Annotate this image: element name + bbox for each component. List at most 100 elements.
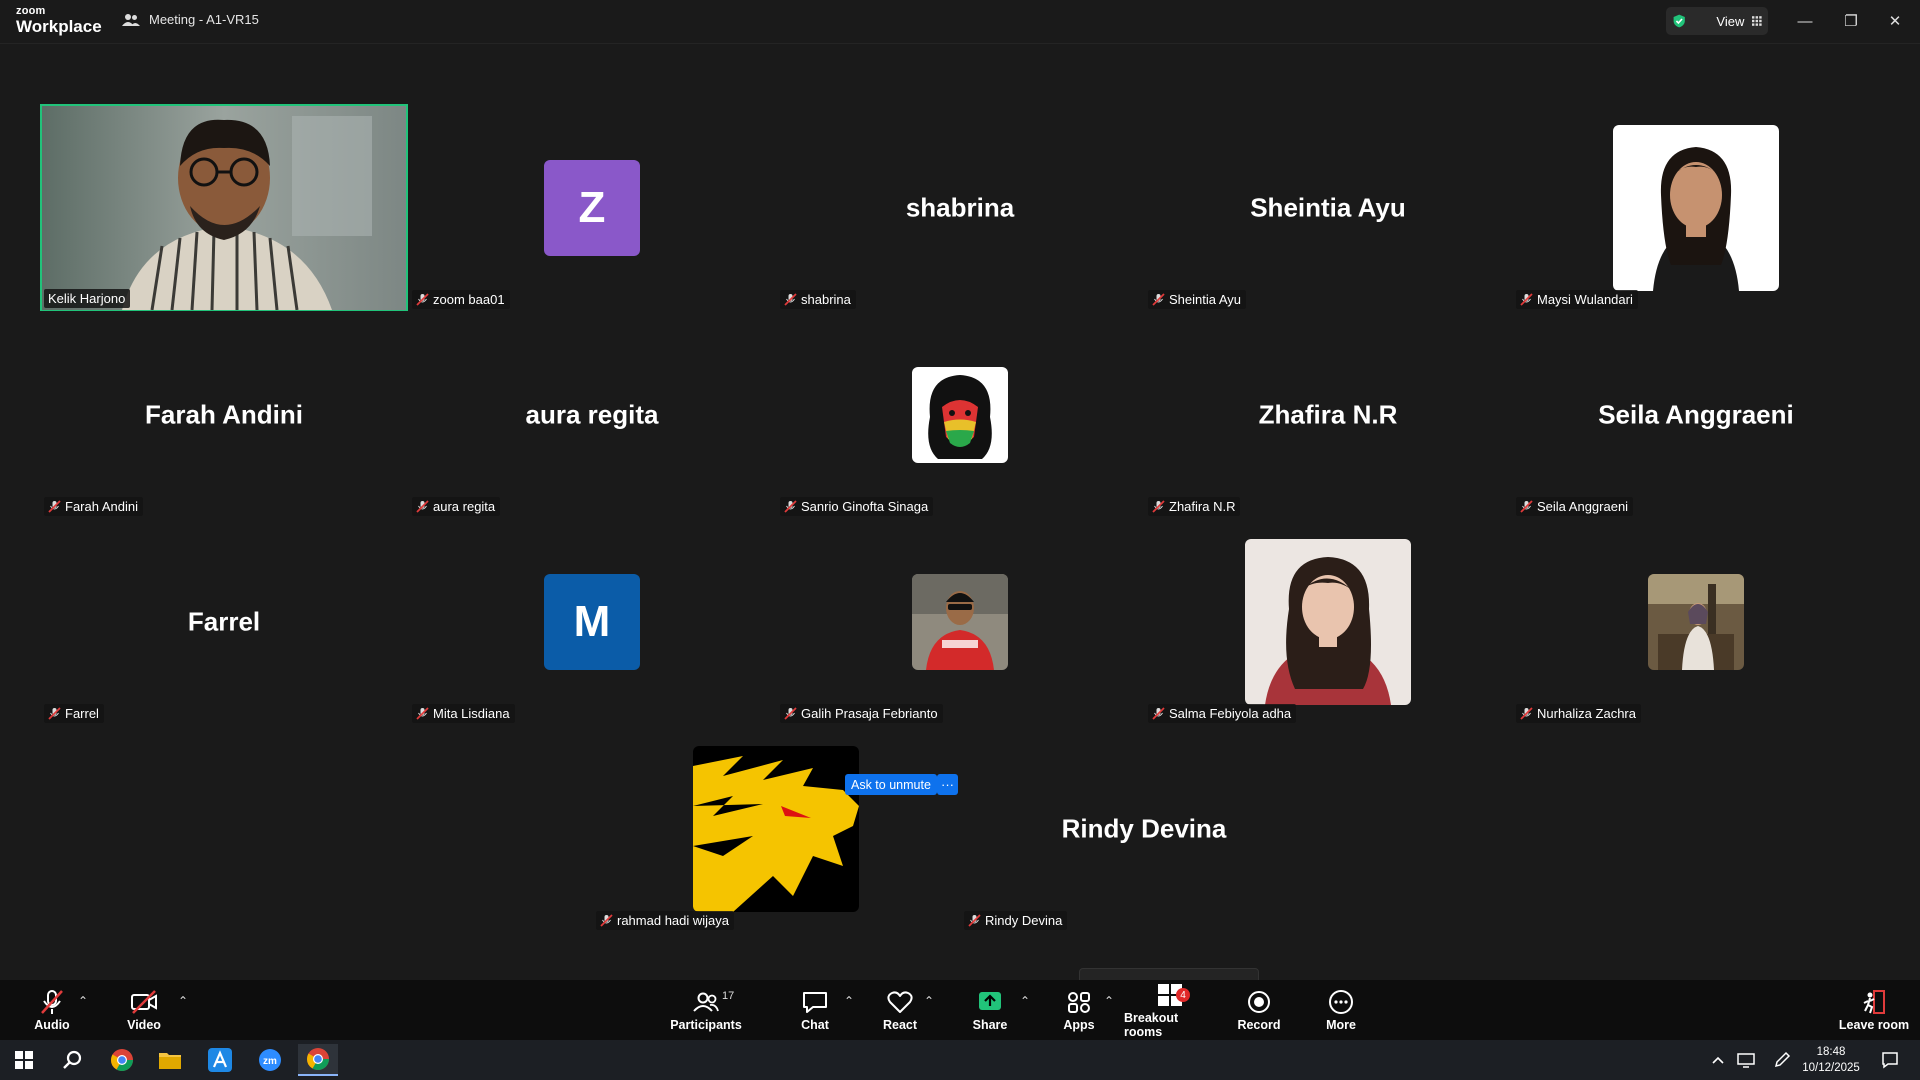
participant-tile-video[interactable]: Kelik Harjono	[40, 104, 408, 312]
muted-mic-icon	[968, 914, 981, 927]
apps-icon	[1068, 991, 1090, 1013]
participants-icon	[693, 992, 719, 1012]
participant-tile[interactable]: Salma Febiyola adha	[1144, 518, 1512, 725]
zoom-logo: zoom Workplace	[16, 6, 102, 36]
muted-mic-icon	[1152, 707, 1165, 720]
chrome-icon[interactable]	[102, 1044, 142, 1076]
gallery-view: Kelik Harjono Z zoom baa01 shabrina shab…	[0, 44, 1920, 1020]
profile-photo	[912, 573, 1008, 670]
participant-name-tag: Salma Febiyola adha	[1148, 704, 1297, 723]
participant-tile[interactable]: Farah Andini Farah Andini	[40, 311, 408, 518]
apps-options-caret-icon[interactable]: ⌃	[1104, 994, 1114, 1008]
notifications-icon[interactable]	[1876, 1044, 1904, 1076]
participant-tile[interactable]: Farrel Farrel	[40, 518, 408, 725]
participant-tile[interactable]: Sheintia Ayu Sheintia Ayu	[1144, 104, 1512, 311]
restore-icon[interactable]: ❐	[1828, 8, 1874, 34]
tile-more-button[interactable]: ···	[937, 774, 958, 795]
chrome-logo-icon	[307, 1048, 329, 1070]
participant-name-tag: Farah Andini	[44, 497, 143, 516]
participant-tile[interactable]: Maysi Wulandari	[1512, 104, 1880, 311]
file-explorer-icon[interactable]	[150, 1044, 190, 1076]
meeting-info[interactable]: Meeting - A1-VR15	[122, 12, 259, 27]
muted-mic-icon	[784, 293, 797, 306]
chat-button[interactable]: Chat	[790, 980, 840, 1040]
letter-avatar: Z	[544, 159, 640, 256]
participant-name-tag: Maysi Wulandari	[1516, 290, 1638, 309]
participant-tile[interactable]: Z zoom baa01	[408, 104, 776, 311]
muted-mic-icon	[1152, 500, 1165, 513]
muted-mic-icon	[48, 500, 61, 513]
participant-tile[interactable]: aura regita aura regita	[408, 311, 776, 518]
muted-mic-icon	[416, 707, 429, 720]
network-icon[interactable]	[1734, 1044, 1758, 1076]
more-icon	[1329, 989, 1353, 1014]
participant-name-tag: zoom baa01	[412, 290, 510, 309]
participant-tile[interactable]: rahmad hadi wijaya	[592, 725, 960, 932]
chrome-profile-icon[interactable]	[298, 1044, 338, 1076]
participant-video	[42, 106, 406, 310]
participant-tile[interactable]: Seila Anggraeni Seila Anggraeni	[1512, 311, 1880, 518]
react-button[interactable]: React	[876, 980, 924, 1040]
participant-name-tag: Rindy Devina	[964, 911, 1068, 930]
profile-photo	[912, 366, 1008, 463]
video-button[interactable]: Video	[116, 980, 172, 1040]
participant-tile[interactable]: shabrina shabrina	[776, 104, 1144, 311]
muted-mic-icon	[416, 293, 429, 306]
azure-app-icon[interactable]	[200, 1044, 240, 1076]
close-icon[interactable]: ✕	[1872, 8, 1918, 34]
participant-name-tag: Sheintia Ayu	[1148, 290, 1247, 309]
more-button[interactable]: More	[1316, 980, 1366, 1040]
participant-name-tag: Farrel	[44, 704, 104, 723]
participant-tile[interactable]: Sanrio Ginofta Sinaga	[776, 311, 1144, 518]
participant-name-tag: Kelik Harjono	[44, 289, 131, 308]
audio-button[interactable]: Audio	[24, 980, 80, 1040]
windows-taskbar: zm 18:48 10/12/2025	[0, 1040, 1920, 1080]
chat-options-caret-icon[interactable]: ⌃	[844, 994, 854, 1008]
tray-expand-icon[interactable]	[1708, 1044, 1728, 1076]
system-clock[interactable]: 18:48 10/12/2025	[1788, 1044, 1874, 1076]
participant-tile[interactable]: Nurhaliza Zachra	[1512, 518, 1880, 725]
participant-tile[interactable]: Galih Prasaja Febrianto	[776, 518, 1144, 725]
participant-tile[interactable]: Rindy Devina Rindy Devina	[960, 725, 1328, 932]
minimize-icon[interactable]: —	[1782, 8, 1828, 34]
windows-start-icon[interactable]	[4, 1044, 44, 1076]
participant-center-name: Farah Andini	[145, 399, 303, 429]
share-options-caret-icon[interactable]: ⌃	[1020, 994, 1030, 1008]
meeting-people-icon	[122, 13, 140, 26]
magnifier-icon	[63, 1050, 82, 1069]
profile-photo	[1613, 124, 1779, 291]
clock-time: 18:48	[1816, 1046, 1846, 1058]
participant-center-name: Sheintia Ayu	[1250, 192, 1406, 222]
breakout-rooms-button[interactable]: Breakout rooms	[1124, 980, 1216, 1040]
muted-mic-icon	[416, 500, 429, 513]
search-icon[interactable]	[52, 1044, 92, 1076]
apps-button[interactable]: Apps	[1054, 980, 1104, 1040]
leave-room-button[interactable]: Leave room	[1836, 980, 1912, 1040]
video-options-caret-icon[interactable]: ⌃	[178, 994, 188, 1008]
video-off-icon	[131, 989, 157, 1014]
participant-tile[interactable]: Zhafira N.R Zhafira N.R	[1144, 311, 1512, 518]
encryption-shield-icon	[1673, 14, 1685, 28]
zoom-taskbar-icon[interactable]: zm	[250, 1044, 290, 1076]
record-icon	[1248, 990, 1270, 1013]
meeting-toolbar: Audio ⌃ Video ⌃ Participants 17 Chat ⌃ R…	[0, 980, 1920, 1040]
participant-name-tag: Nurhaliza Zachra	[1516, 704, 1641, 723]
participant-name-tag: rahmad hadi wijaya	[596, 911, 735, 930]
muted-mic-icon	[600, 914, 613, 927]
audio-options-caret-icon[interactable]: ⌃	[78, 994, 88, 1008]
zoom-app-icon: zm	[259, 1049, 281, 1071]
profile-photo	[1648, 573, 1744, 670]
participant-tile[interactable]: M Mita Lisdiana	[408, 518, 776, 725]
ask-to-unmute-button[interactable]: Ask to unmute	[845, 774, 937, 795]
muted-mic-icon	[1152, 293, 1165, 306]
share-button[interactable]: Share	[966, 980, 1014, 1040]
participants-button[interactable]: Participants	[668, 980, 744, 1040]
muted-mic-icon	[1520, 707, 1533, 720]
react-options-caret-icon[interactable]: ⌃	[924, 994, 934, 1008]
record-button[interactable]: Record	[1234, 980, 1284, 1040]
participant-center-name: Seila Anggraeni	[1598, 399, 1794, 429]
view-button[interactable]: View	[1666, 7, 1768, 35]
muted-mic-icon	[784, 707, 797, 720]
folder-icon	[159, 1053, 181, 1069]
participant-name-tag: Seila Anggraeni	[1516, 497, 1634, 516]
